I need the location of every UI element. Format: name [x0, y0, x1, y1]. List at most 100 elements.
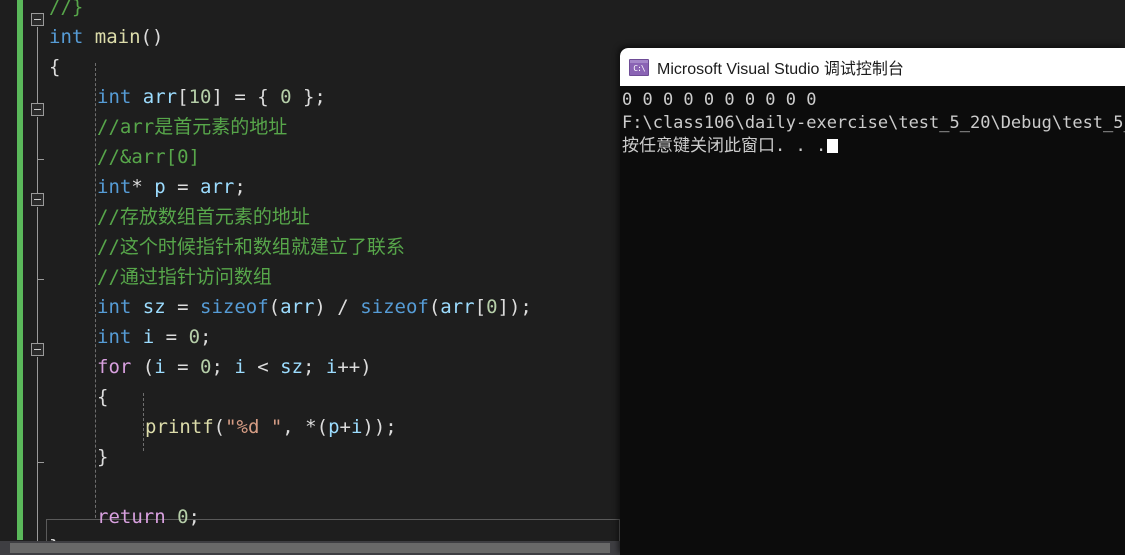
code-token: *	[131, 176, 155, 198]
code-token: for	[97, 356, 132, 378]
code-token: sizeof	[200, 296, 269, 318]
debug-console-window[interactable]: C:\ Microsoft Visual Studio 调试控制台 0 0 0 …	[620, 48, 1125, 555]
code-token: //这个时候指针和数组就建立了联系	[97, 236, 405, 258]
console-output-line-with-cursor: 按任意键关闭此窗口. . .	[622, 135, 839, 158]
console-titlebar[interactable]: C:\ Microsoft Visual Studio 调试控制台	[620, 48, 1125, 86]
code-token: i	[350, 416, 363, 438]
code-line: return 0;	[97, 502, 200, 532]
code-line: int main()	[49, 22, 163, 52]
code-token: i	[142, 326, 155, 348]
code-line: //arr是首元素的地址	[97, 112, 287, 142]
code-token: //&arr[0]	[97, 146, 200, 168]
code-token: 0	[177, 506, 189, 528]
code-token: ++)	[337, 356, 372, 378]
editor-horizontal-scrollbar-thumb[interactable]	[10, 543, 610, 553]
code-token: return	[97, 506, 166, 528]
console-icon-glyph: C:\	[633, 63, 645, 73]
code-line: int sz = sizeof(arr) / sizeof(arr[0]);	[97, 292, 532, 322]
code-line: int arr[10] = { 0 };	[97, 82, 326, 112]
code-token: ;	[234, 176, 246, 198]
code-token: int	[97, 86, 132, 108]
console-output-area[interactable]: 0 0 0 0 0 0 0 0 0 0 F:\class106\daily-ex…	[620, 86, 1125, 555]
console-window-title: Microsoft Visual Studio 调试控制台	[657, 61, 904, 78]
code-token: p	[154, 176, 166, 198]
code-token: ;	[200, 326, 212, 348]
code-token: 0	[486, 296, 498, 318]
code-token: +	[339, 416, 351, 438]
code-token: ) /	[314, 296, 361, 318]
code-token: sz	[142, 296, 166, 318]
code-token: //通过指针访问数组	[97, 266, 272, 288]
code-token: i	[154, 356, 166, 378]
code-line: //通过指针访问数组	[97, 262, 272, 292]
code-token: <	[245, 356, 281, 378]
code-line: //这个时候指针和数组就建立了联系	[97, 232, 405, 262]
code-line: //&arr[0]	[97, 142, 200, 172]
code-token: p	[328, 416, 340, 438]
code-token: arr	[280, 296, 315, 318]
code-text-layer[interactable]: //} int main() { int arr[10] = { 0 }; //arr是…	[0, 0, 620, 555]
code-token: 0	[200, 356, 212, 378]
code-line: //存放数组首元素的地址	[97, 202, 310, 232]
code-token: //arr是首元素的地址	[97, 116, 288, 138]
code-token: int	[97, 176, 132, 198]
code-token: =	[165, 176, 200, 198]
code-token: {	[97, 386, 109, 408]
code-token: sizeof	[360, 296, 429, 318]
code-token: "%d "	[225, 416, 283, 438]
code-line: int* p = arr;	[97, 172, 246, 202]
code-token: int	[97, 326, 132, 348]
console-output-line: F:\class106\daily-exercise\test_5_20\Deb…	[622, 113, 1125, 133]
editor-horizontal-scrollbar[interactable]	[0, 541, 620, 555]
code-token: ;	[211, 356, 235, 378]
code-token: (	[213, 416, 226, 438]
console-text-cursor	[827, 139, 839, 153]
code-token: ]);	[497, 296, 532, 318]
code-token: i	[325, 356, 338, 378]
code-token: {	[49, 56, 61, 78]
code-token: [	[474, 296, 487, 318]
code-token: =	[165, 296, 200, 318]
console-output-line: 0 0 0 0 0 0 0 0 0 0	[622, 90, 817, 110]
console-window-icon: C:\	[629, 58, 649, 76]
code-line: //}	[49, 0, 83, 22]
code-line: int i = 0;	[97, 322, 211, 352]
code-token: main	[94, 26, 141, 48]
code-token: printf	[145, 416, 214, 438]
code-line: {	[49, 52, 60, 82]
code-token: arr	[200, 176, 235, 198]
code-token: //}	[49, 0, 84, 18]
code-token: (	[428, 296, 441, 318]
code-token: arr	[142, 86, 178, 108]
code-token: int	[49, 26, 84, 48]
code-token: sz	[280, 356, 304, 378]
code-token: };	[291, 86, 326, 108]
code-token: ;	[188, 506, 200, 528]
code-line: for (i = 0; i < sz; i++)	[97, 352, 372, 382]
code-token: ;	[303, 356, 326, 378]
code-token: //存放数组首元素的地址	[97, 206, 310, 228]
code-token: (	[131, 356, 155, 378]
code-token: arr	[440, 296, 475, 318]
code-line: {	[97, 382, 108, 412]
code-token: 0	[188, 326, 201, 348]
code-token: int	[97, 296, 132, 318]
code-line: }	[97, 442, 108, 472]
code-token: , *(	[282, 416, 329, 438]
code-token: [	[177, 86, 189, 108]
code-line: printf("%d ", *(p+i));	[145, 412, 397, 442]
code-token: (	[268, 296, 281, 318]
console-prompt-text: 按任意键关闭此窗口. . .	[622, 136, 827, 156]
code-token: 0	[280, 86, 292, 108]
screen-root: //} int main() { int arr[10] = { 0 }; //arr是…	[0, 0, 1125, 555]
code-token: =	[165, 356, 200, 378]
code-editor-pane[interactable]: //} int main() { int arr[10] = { 0 }; //arr是…	[0, 0, 620, 555]
code-token: ()	[140, 26, 164, 48]
code-token: ] = {	[211, 86, 281, 108]
code-token: }	[97, 446, 109, 468]
